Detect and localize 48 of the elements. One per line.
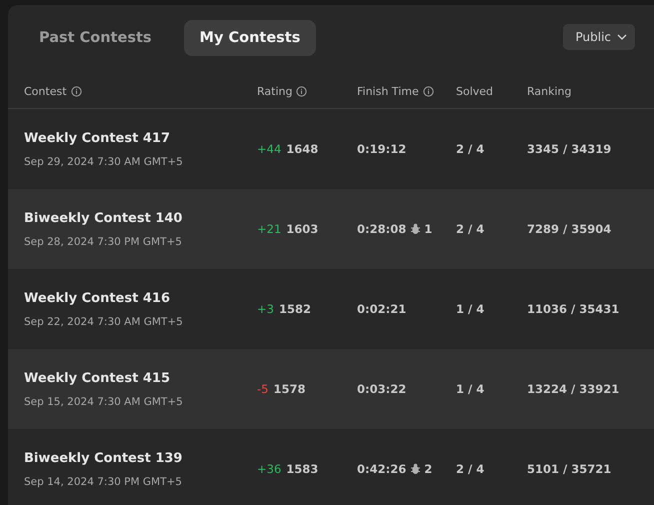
bug-count: 2 — [424, 462, 432, 476]
ranking: 3345 / 34319 — [527, 142, 612, 156]
rating-change: +44 — [257, 142, 282, 156]
rating-change: +36 — [257, 462, 282, 476]
visibility-dropdown[interactable]: Public — [563, 24, 635, 50]
finish-time: 0:42:26 — [357, 462, 406, 476]
chevron-down-icon — [617, 34, 627, 40]
contest-tab[interactable]: Past Contests — [23, 20, 168, 56]
contest-name[interactable]: Weekly Contest 417 — [24, 130, 257, 146]
contest-name[interactable]: Biweekly Contest 139 — [24, 450, 257, 466]
column-header: Ranking — [527, 84, 572, 98]
rating-value: 1578 — [273, 382, 306, 396]
ranking: 11036 / 35431 — [527, 302, 620, 316]
ranking: 13224 / 33921 — [527, 382, 620, 396]
finish-time: 0:03:22 — [357, 382, 406, 396]
rating-value: 1603 — [286, 222, 318, 236]
contest-name[interactable]: Biweekly Contest 140 — [24, 210, 257, 226]
rating-value: 1583 — [286, 462, 318, 476]
contest-name[interactable]: Weekly Contest 415 — [24, 370, 257, 386]
finish-time: 0:02:21 — [357, 302, 406, 316]
rating-change: +3 — [257, 302, 274, 316]
solved-count: 2 / 4 — [456, 462, 484, 476]
solved-count: 2 / 4 — [456, 142, 484, 156]
contest-date: Sep 22, 2024 7:30 AM GMT+5 — [24, 316, 184, 328]
rating-value: 1582 — [278, 302, 311, 316]
finish-time: 0:28:08 — [357, 222, 406, 236]
contest-date: Sep 15, 2024 7:30 AM GMT+5 — [24, 396, 184, 408]
contest-tab[interactable]: My Contests — [184, 20, 316, 56]
column-header: Rating — [257, 84, 292, 98]
contest-date: Sep 14, 2024 7:30 PM GMT+5 — [24, 476, 183, 488]
ranking: 5101 / 35721 — [527, 462, 612, 476]
bug-icon — [410, 463, 422, 475]
solved-count: 1 / 4 — [456, 382, 484, 396]
rating-change: +21 — [257, 222, 282, 236]
bug-count: 1 — [424, 222, 432, 236]
solved-count: 2 / 4 — [456, 222, 484, 236]
bug-icon — [410, 223, 422, 235]
rating-value: 1648 — [286, 142, 318, 156]
contest-date: Sep 29, 2024 7:30 AM GMT+5 — [24, 156, 184, 168]
column-header: Contest — [24, 84, 67, 98]
contest-name[interactable]: Weekly Contest 416 — [24, 290, 257, 306]
rating-change: -5 — [257, 382, 268, 396]
column-header: Finish Time — [357, 84, 419, 98]
column-header: Solved — [456, 84, 494, 98]
finish-time: 0:19:12 — [357, 142, 406, 156]
ranking: 7289 / 35904 — [527, 222, 612, 236]
solved-count: 1 / 4 — [456, 302, 484, 316]
contest-date: Sep 28, 2024 7:30 PM GMT+5 — [24, 236, 183, 248]
